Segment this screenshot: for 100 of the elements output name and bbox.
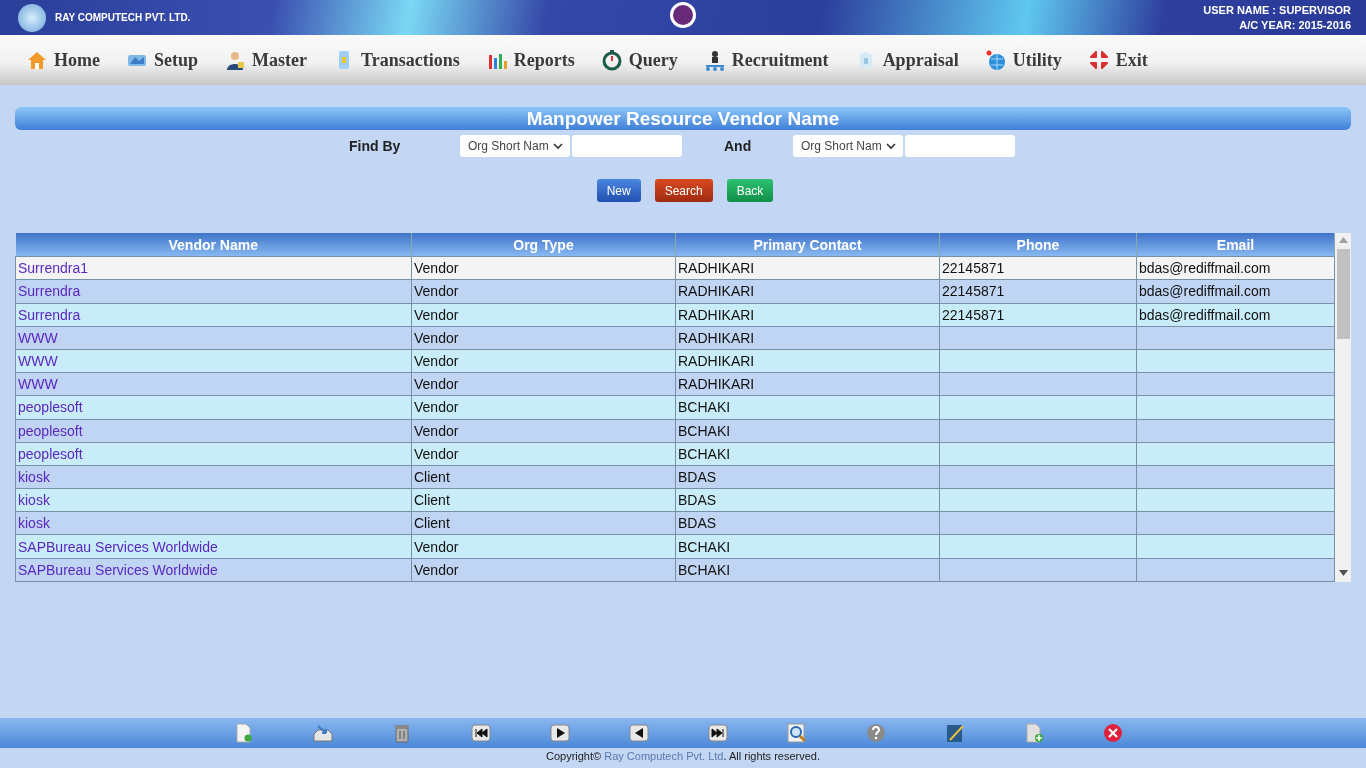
field-select[interactable]: Org Short Nam [793,135,903,157]
vendor-link[interactable]: kiosk [18,515,50,532]
close-icon[interactable] [1102,722,1124,744]
help-icon[interactable] [865,722,887,744]
menu-item[interactable]: Recruitment [731,49,829,71]
table-row[interactable]: Surrendra1 Vendor RADHIKARI 22145871 bdas@rediffmail.com [15,256,1335,280]
table-cell: BDAS [678,492,717,509]
table-cell: bdas@rediffmail.com [1139,260,1271,277]
menu-item[interactable]: Appraisal [882,49,959,71]
table-row[interactable]: SAPBureau Services Worldwide Vendor BCHAKI [15,534,1335,559]
chevron-icon [885,142,896,150]
globe-icon[interactable] [984,49,1007,71]
menu-item[interactable]: Exit [1115,49,1148,71]
table-cell: Vendor [414,376,459,393]
person-icon[interactable] [224,49,246,71]
table-row[interactable]: SAPBureau Services Worldwide Vendor BCHAKI [15,558,1335,582]
table-cell: RADHIKARI [678,353,755,370]
vendor-link[interactable]: kiosk [18,469,50,485]
vendor-link[interactable]: WWW [18,376,58,393]
vendor-link[interactable]: peoplesoft [18,445,83,462]
table-row[interactable]: Surrendra Vendor RADHIKARI 22145871 bdas@rediffmail.com [15,303,1335,327]
table-row[interactable]: kiosk Client BDAS [15,465,1335,489]
table-cell: Vendor [414,422,459,439]
previous-icon[interactable] [628,722,650,744]
menu-item[interactable]: Transactions [360,49,460,71]
vendor-link[interactable]: Surrendra [18,283,81,300]
table-row[interactable]: WWW Vendor RADHIKARI [15,349,1335,373]
first-icon[interactable] [470,722,492,744]
menu-item[interactable]: Query [628,49,678,71]
tray-icon[interactable] [312,722,334,744]
vendor-link[interactable]: kiosk [18,492,50,509]
last-icon[interactable] [707,722,729,744]
table-cell: RADHIKARI [678,376,755,393]
table-cell: Client [414,515,450,532]
menu-item[interactable]: Utility [1012,49,1062,71]
menu-item[interactable]: Home [54,49,100,71]
table-cell: BCHAKI [678,422,731,439]
table-row[interactable]: peoplesoft Vendor BCHAKI [15,419,1335,443]
table-cell: 22145871 [942,260,1005,277]
table-cell: 22145871 [942,283,1005,300]
table-cell: Vendor [414,399,459,416]
table-row[interactable]: peoplesoft Vendor BCHAKI [15,395,1335,419]
scroll-thumb[interactable] [1337,249,1350,339]
account-year: A/C YEAR: 2015-2016 [1238,17,1351,33]
table-cell: Vendor [414,306,459,323]
add-document-icon[interactable] [1023,722,1045,744]
user-name: USER NAME : SUPERVISOR [1203,2,1351,18]
vendor-link[interactable]: peoplesoft [18,399,83,416]
table-cell: RADHIKARI [678,260,755,277]
search-button[interactable]: Search [654,179,713,202]
table-cell: BCHAKI [678,399,731,416]
menu-item[interactable]: Setup [154,49,198,71]
play-icon[interactable] [549,722,571,744]
table-cell: RADHIKARI [678,306,755,323]
table-cell: BCHAKI [678,561,731,578]
vendor-link[interactable]: WWW [18,353,58,370]
table-cell: Vendor [414,561,459,578]
vendor-link[interactable]: WWW [18,329,58,346]
table-cell: Vendor [414,353,459,370]
table-cell: bdas@rediffmail.com [1139,306,1271,323]
vendor-link[interactable]: peoplesoft [18,422,83,439]
search-input[interactable] [905,135,1015,157]
copyright-text: Copyright© Ray Computech Pvt. Ltd. All rights reserved. [544,750,822,762]
table-cell: bdas@rediffmail.com [1139,283,1271,300]
scroll-up-icon[interactable] [1339,237,1348,243]
menu-item[interactable]: Reports [513,49,575,71]
table-cell: BCHAKI [678,538,731,555]
table-row[interactable]: WWW Vendor RADHIKARI [15,326,1335,350]
scroll-down-icon[interactable] [1339,570,1348,576]
page-title: Manpower Resource Vendor Name [15,107,1351,130]
table-row[interactable]: peoplesoft Vendor BCHAKI [15,442,1335,466]
table-cell: Vendor [414,329,459,346]
house-icon[interactable] [26,49,48,71]
scrollbar[interactable] [1335,233,1351,582]
table-cell: BCHAKI [678,445,731,462]
company-name: RAY COMPUTECH PVT. LTD. [55,12,191,23]
vendor-link[interactable]: Surrendra [18,306,81,323]
table-cell: BDAS [678,515,717,532]
table-cell: Vendor [414,445,459,462]
new-button[interactable]: New [596,179,641,202]
magnifier-icon[interactable] [786,722,808,744]
table-cell: RADHIKARI [678,329,755,346]
table-row[interactable]: kiosk Client BDAS [15,488,1335,512]
table-cell: BDAS [678,469,717,485]
field-select[interactable]: Org Short Nam [460,135,570,157]
people-icon[interactable] [703,49,726,71]
table-row[interactable]: WWW Vendor RADHIKARI [15,372,1335,396]
vendor-link[interactable]: Surrendra1 [18,260,89,277]
stopwatch-icon[interactable] [600,49,623,71]
notebook-icon[interactable] [944,722,966,744]
find-by-label: Find By [349,138,402,154]
table-cell: RADHIKARI [678,283,755,300]
emblem-icon [670,2,696,28]
table-cell: Client [414,469,450,485]
logo-icon [18,3,46,32]
table-row[interactable]: kiosk Client BDAS [15,511,1335,535]
table-cell: 22145871 [942,306,1005,323]
search-input[interactable] [572,135,682,157]
menu-item[interactable]: Master [252,49,307,71]
table-row[interactable]: Surrendra Vendor RADHIKARI 22145871 bdas@rediffmail.com [15,279,1335,304]
